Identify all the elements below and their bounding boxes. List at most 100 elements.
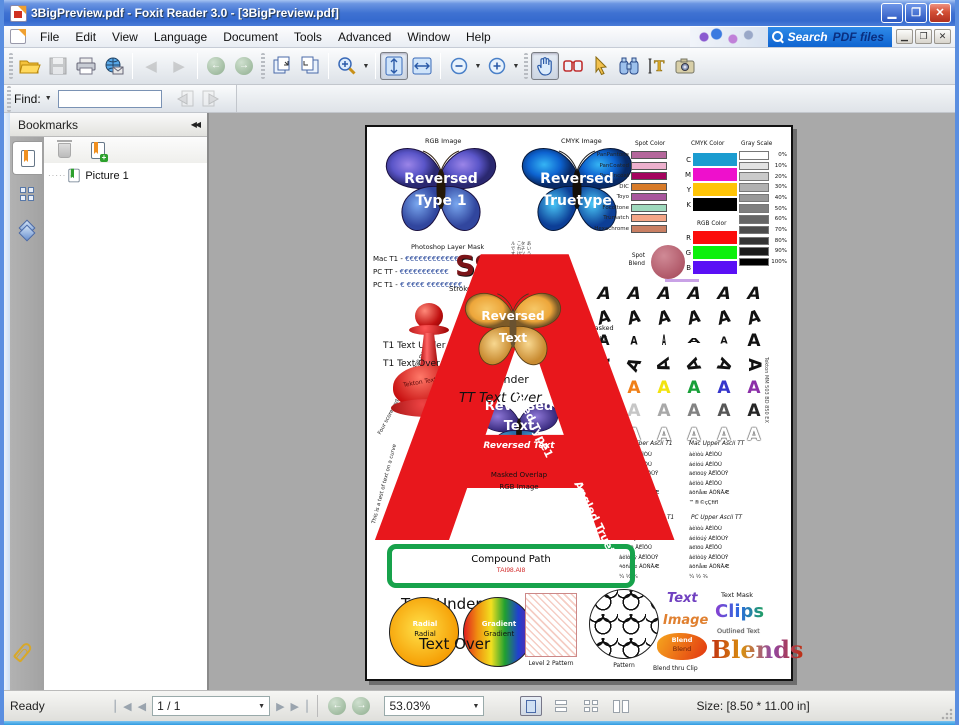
toolbar-grip[interactable] [261,53,265,79]
letter-a-cell: A [742,349,766,379]
previous-view-button[interactable]: ← [202,52,230,80]
hand-tool-button[interactable] [531,52,559,80]
rotate-clockwise-button[interactable] [268,52,296,80]
facing-layout-button[interactable] [610,696,632,716]
reversed-text-1-line1: Reversed [459,309,567,323]
menu-item[interactable]: File [32,27,67,47]
gray-scale-row: 80% [739,237,787,246]
print-button[interactable] [72,52,100,80]
bookmarks-panel: + ····· Picture 1 [44,137,207,690]
fit-page-icon [384,56,404,76]
continuous-layout-button[interactable] [550,696,572,716]
menu-item[interactable]: Edit [67,27,104,47]
page-size-text: Size: [8.50 * 11.00 in] [696,699,809,713]
toolbar-grip[interactable] [524,53,528,79]
zoom-out-dropdown[interactable]: ▼ [473,53,483,79]
document-area[interactable]: RGB Image CMYK Image Reversed Type [209,113,955,690]
bookmark-tree-item[interactable]: ····· Picture 1 [44,163,207,184]
zoom-out-button[interactable] [445,52,473,80]
pdf-page[interactable]: RGB Image CMYK Image Reversed Type [365,125,793,681]
letter-a-cell: A [679,336,709,345]
search-tool-button[interactable] [615,52,643,80]
menu-item[interactable]: Language [146,27,215,47]
restore-button[interactable]: ❐ [905,3,927,23]
collapse-sidebar-button[interactable]: ◀◀ [191,120,199,129]
zoom-combo[interactable]: 53.03% ▼ [384,696,484,716]
next-page-button[interactable]: ▶ [276,700,284,713]
text-mask-label: Text Mask [721,591,753,599]
fit-page-button[interactable] [380,52,408,80]
previous-view-status-button[interactable]: ← [328,697,346,715]
reading-mode-button[interactable] [559,52,587,80]
zoom-in-button[interactable] [483,52,511,80]
minimize-button[interactable]: ▁ [881,3,903,23]
reversed-text-1-line2: Text [459,331,567,345]
zoom-value: 53.03% [389,699,466,713]
letter-a-cell: A [709,400,739,424]
rotate-left-icon [300,56,320,76]
delete-bookmark-icon[interactable] [58,143,71,158]
navigation-sidebar: Bookmarks ◀◀ [10,113,209,690]
mdi-close-button[interactable]: ✕ [934,29,951,44]
menu-item[interactable]: Window [399,27,458,47]
menu-item[interactable]: Help [458,27,499,47]
cmyk-color-title: CMYK Color [691,141,724,147]
first-page-button[interactable]: ▏◀ [115,700,132,713]
document-icon [10,29,26,44]
facing-continuous-layout-button[interactable] [580,696,602,716]
single-page-layout-button[interactable] [520,696,542,716]
resize-grip[interactable] [941,708,953,720]
toolbar-grip[interactable] [9,53,13,79]
search-pdf-box[interactable]: Search PDF files [768,27,892,47]
bookmarks-tab-icon [21,150,35,167]
last-page-button[interactable]: ▶▕ [291,700,308,713]
search-icon [772,31,783,42]
tab-bookmarks[interactable] [12,141,42,175]
select-tool-button[interactable] [587,52,615,80]
add-bookmark-icon[interactable]: + [91,142,105,159]
find-previous-button[interactable] [170,85,198,113]
save-button[interactable] [44,52,72,80]
page-number-combo[interactable]: 1 / 1 ▼ [152,696,270,716]
next-view-status-button[interactable]: → [352,697,370,715]
email-button[interactable] [100,52,128,80]
text-select-button[interactable]: T [643,52,671,80]
back-button[interactable]: ◀ [137,52,165,80]
menu-item[interactable]: Advanced [330,27,399,47]
forward-button[interactable]: ▶ [165,52,193,80]
next-view-icon: → [235,57,253,75]
minus-circle-icon [450,57,468,75]
mdi-minimize-button[interactable]: ▁ [896,29,913,44]
menu-item[interactable]: Document [215,27,286,47]
mdi-restore-button[interactable]: ❐ [915,29,932,44]
find-input[interactable] [58,90,162,108]
fit-width-button[interactable] [408,52,436,80]
find-options-dropdown[interactable]: ▼ [45,95,52,102]
rotate-counterclockwise-button[interactable] [296,52,324,80]
zoom-tool-dropdown[interactable]: ▼ [361,53,371,79]
tab-layers[interactable] [12,213,42,247]
next-view-button[interactable]: → [230,52,258,80]
letter-a-cell: A [739,423,769,447]
menu-item[interactable]: View [104,27,146,47]
zoom-in-dropdown[interactable]: ▼ [511,53,521,79]
close-button[interactable]: ✕ [929,3,951,23]
menu-item[interactable]: Tools [286,27,330,47]
find-bar: Find: ▼ [4,85,955,113]
sidebar-tab-strip [10,137,44,690]
tree-connector: ····· [48,171,66,180]
glasses-icon [562,57,584,75]
cmyk-color-row: C [683,153,737,166]
previous-page-button[interactable]: ◀ [138,700,146,713]
find-next-button[interactable] [198,85,226,113]
blend-blob: Blend Blend [657,633,707,660]
open-button[interactable] [16,52,44,80]
text-select-icon: T [648,57,666,75]
status-bar: Ready ▏◀ ◀ 1 / 1 ▼ ▶ ▶▕ ← → 53.03% ▼ Siz… [4,690,955,725]
snapshot-button[interactable] [671,52,699,80]
attachments-tab-icon[interactable] [13,641,34,663]
findbar-grip[interactable] [7,86,11,112]
zoom-tool-button[interactable] [333,52,361,80]
cursor-arrow-icon [593,56,609,76]
tab-pages[interactable] [12,177,42,211]
